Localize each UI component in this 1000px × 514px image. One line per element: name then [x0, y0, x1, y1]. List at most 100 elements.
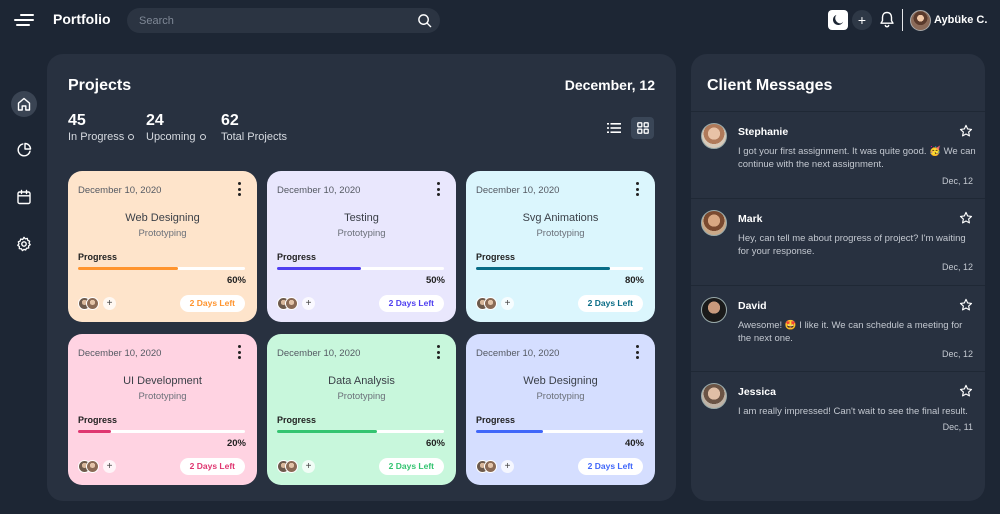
card-date: December 10, 2020	[78, 185, 162, 196]
add-participant-button[interactable]: +	[501, 460, 514, 473]
star-icon[interactable]	[959, 124, 973, 138]
sidebar-item-calendar[interactable]	[11, 184, 37, 210]
search-input[interactable]	[139, 8, 409, 33]
project-card[interactable]: December 10, 2020 Web Designing Prototyp…	[68, 171, 257, 322]
plus-icon: +	[857, 12, 867, 28]
stat-value: 45	[68, 112, 86, 129]
message-sender: Jessica	[738, 386, 776, 398]
progress-fill	[277, 267, 361, 270]
message-sender: Mark	[738, 213, 763, 225]
stat-value: 24	[146, 112, 164, 129]
add-participant-button[interactable]: +	[302, 297, 315, 310]
project-card[interactable]: December 10, 2020 Data Analysis Prototyp…	[267, 334, 456, 485]
project-card[interactable]: December 10, 2020 Web Designing Prototyp…	[466, 334, 655, 485]
avatar	[701, 210, 727, 236]
bell-icon[interactable]	[879, 11, 895, 29]
progress-fill	[78, 430, 112, 433]
moon-icon	[832, 14, 844, 26]
star-icon[interactable]	[959, 298, 973, 312]
stat-in-progress: 45 In Progress	[68, 112, 135, 143]
days-left-badge: 2 Days Left	[179, 458, 245, 475]
message-text: I am really impressed! Can't wait to see…	[738, 406, 968, 417]
card-subtitle: Prototyping	[536, 228, 585, 239]
message-sender: David	[738, 300, 767, 312]
star-icon[interactable]	[959, 211, 973, 225]
avatar	[285, 460, 298, 473]
pie-chart-icon	[17, 142, 32, 157]
message-date: Dec, 11	[942, 422, 973, 432]
list-view-button[interactable]	[604, 118, 624, 138]
card-subtitle: Prototyping	[138, 228, 187, 239]
message-item[interactable]: David Awesome! 🤩 I like it. We can sched…	[691, 286, 985, 372]
message-item[interactable]: Stephanie I got your first assignment. I…	[691, 112, 985, 198]
progress-bar	[78, 267, 245, 270]
message-text: I got your first assignment. It was quit…	[738, 146, 976, 170]
add-participant-button[interactable]: +	[501, 297, 514, 310]
divider	[902, 9, 903, 31]
sidebar-item-home[interactable]	[11, 91, 37, 117]
menu-icon[interactable]	[14, 12, 34, 28]
progress-percent: 50%	[425, 275, 445, 286]
progress-bar	[476, 430, 643, 433]
search-bar	[127, 8, 440, 33]
more-options-icon[interactable]	[633, 345, 641, 359]
add-participant-button[interactable]: +	[103, 297, 116, 310]
progress-percent: 80%	[624, 275, 644, 286]
search-icon[interactable]	[417, 13, 432, 28]
message-text: Hey, can tell me about progress of proje…	[738, 233, 966, 257]
profile-name: Aybüke C.	[934, 14, 988, 26]
stat-label: Upcoming	[146, 131, 206, 143]
star-icon[interactable]	[959, 384, 973, 398]
sidebar-item-settings[interactable]	[11, 231, 37, 257]
more-options-icon[interactable]	[235, 182, 243, 196]
avatar	[701, 297, 727, 323]
add-button[interactable]: +	[852, 10, 872, 30]
message-item[interactable]: Mark Hey, can tell me about progress of …	[691, 199, 985, 285]
avatar	[701, 123, 727, 149]
progress-fill	[476, 430, 543, 433]
more-options-icon[interactable]	[434, 182, 442, 196]
card-title: Web Designing	[523, 375, 598, 387]
progress-bar	[476, 267, 643, 270]
add-participant-button[interactable]: +	[302, 460, 315, 473]
days-left-badge: 2 Days Left	[378, 295, 444, 312]
add-participant-button[interactable]: +	[103, 460, 116, 473]
progress-percent: 60%	[226, 275, 246, 286]
stat-label-text: In Progress	[68, 131, 125, 143]
progress-label: Progress	[277, 252, 317, 262]
message-sender: Stephanie	[738, 126, 789, 138]
stat-upcoming: 24 Upcoming	[146, 112, 206, 143]
more-options-icon[interactable]	[434, 345, 442, 359]
client-messages-panel: Client Messages Stephanie I got your fir…	[691, 54, 985, 501]
stat-label: Total Projects	[221, 131, 287, 143]
calendar-icon	[17, 189, 31, 205]
card-title: Data Analysis	[328, 375, 395, 387]
progress-label: Progress	[78, 252, 118, 262]
card-subtitle: Prototyping	[138, 391, 187, 402]
avatar	[86, 297, 99, 310]
profile-menu[interactable]: Aybüke C.	[910, 9, 987, 31]
message-item[interactable]: Jessica I am really impressed! Can't wai…	[691, 372, 985, 458]
more-options-icon[interactable]	[235, 345, 243, 359]
more-options-icon[interactable]	[633, 182, 641, 196]
project-card[interactable]: December 10, 2020 Testing Prototyping Pr…	[267, 171, 456, 322]
progress-bar	[277, 430, 444, 433]
project-card[interactable]: December 10, 2020 Svg Animations Prototy…	[466, 171, 655, 322]
message-date: Dec, 12	[941, 349, 973, 359]
card-date: December 10, 2020	[476, 185, 560, 196]
list-icon	[607, 123, 621, 133]
days-left-badge: 2 Days Left	[577, 458, 643, 475]
sidebar-item-analytics[interactable]	[11, 137, 37, 163]
card-title: Svg Animations	[522, 212, 599, 224]
circle-icon	[128, 134, 135, 141]
dark-mode-toggle[interactable]	[828, 10, 848, 30]
stat-label-text: Upcoming	[146, 131, 196, 143]
projects-title: Projects	[68, 77, 132, 94]
grid-view-button[interactable]	[631, 117, 654, 139]
message-text: Awesome! 🤩 I like it. We can schedule a …	[738, 320, 963, 344]
project-card[interactable]: December 10, 2020 UI Development Prototy…	[68, 334, 257, 485]
circle-icon	[199, 134, 206, 141]
card-date: December 10, 2020	[476, 348, 560, 359]
avatar	[484, 297, 497, 310]
days-left-badge: 2 Days Left	[378, 458, 444, 475]
